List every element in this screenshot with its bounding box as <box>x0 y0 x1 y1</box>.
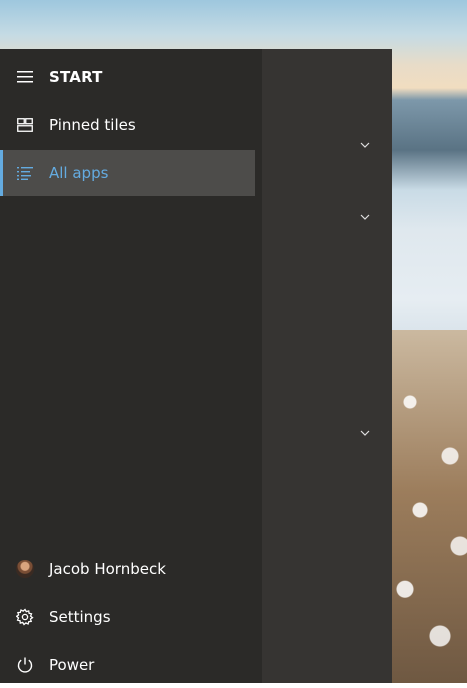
power-icon <box>16 656 34 674</box>
start-header[interactable]: START <box>0 54 255 100</box>
settings-button[interactable]: Settings <box>0 594 255 640</box>
chevron-down-icon[interactable] <box>358 212 372 222</box>
start-menu: START Pinned tiles All apps Jacob Hornbe… <box>0 49 392 683</box>
tiles-icon <box>16 116 34 134</box>
settings-label: Settings <box>49 608 111 626</box>
list-icon <box>16 164 34 182</box>
nav-all-apps-label: All apps <box>49 164 109 182</box>
power-button[interactable]: Power <box>0 642 255 688</box>
nav-all-apps[interactable]: All apps <box>0 150 255 196</box>
chevron-down-icon[interactable] <box>358 428 372 438</box>
nav-pinned-tiles[interactable]: Pinned tiles <box>0 102 255 148</box>
avatar <box>16 560 34 578</box>
user-name-label: Jacob Hornbeck <box>49 560 166 578</box>
user-account-button[interactable]: Jacob Hornbeck <box>0 546 255 592</box>
hamburger-menu-icon[interactable] <box>16 68 34 86</box>
power-label: Power <box>49 656 95 674</box>
chevron-down-icon[interactable] <box>358 140 372 150</box>
tiles-area <box>262 49 392 683</box>
gear-icon <box>16 608 34 626</box>
nav-pinned-tiles-label: Pinned tiles <box>49 116 136 134</box>
wallpaper-snowy-trees <box>380 330 467 683</box>
start-title: START <box>49 68 103 86</box>
